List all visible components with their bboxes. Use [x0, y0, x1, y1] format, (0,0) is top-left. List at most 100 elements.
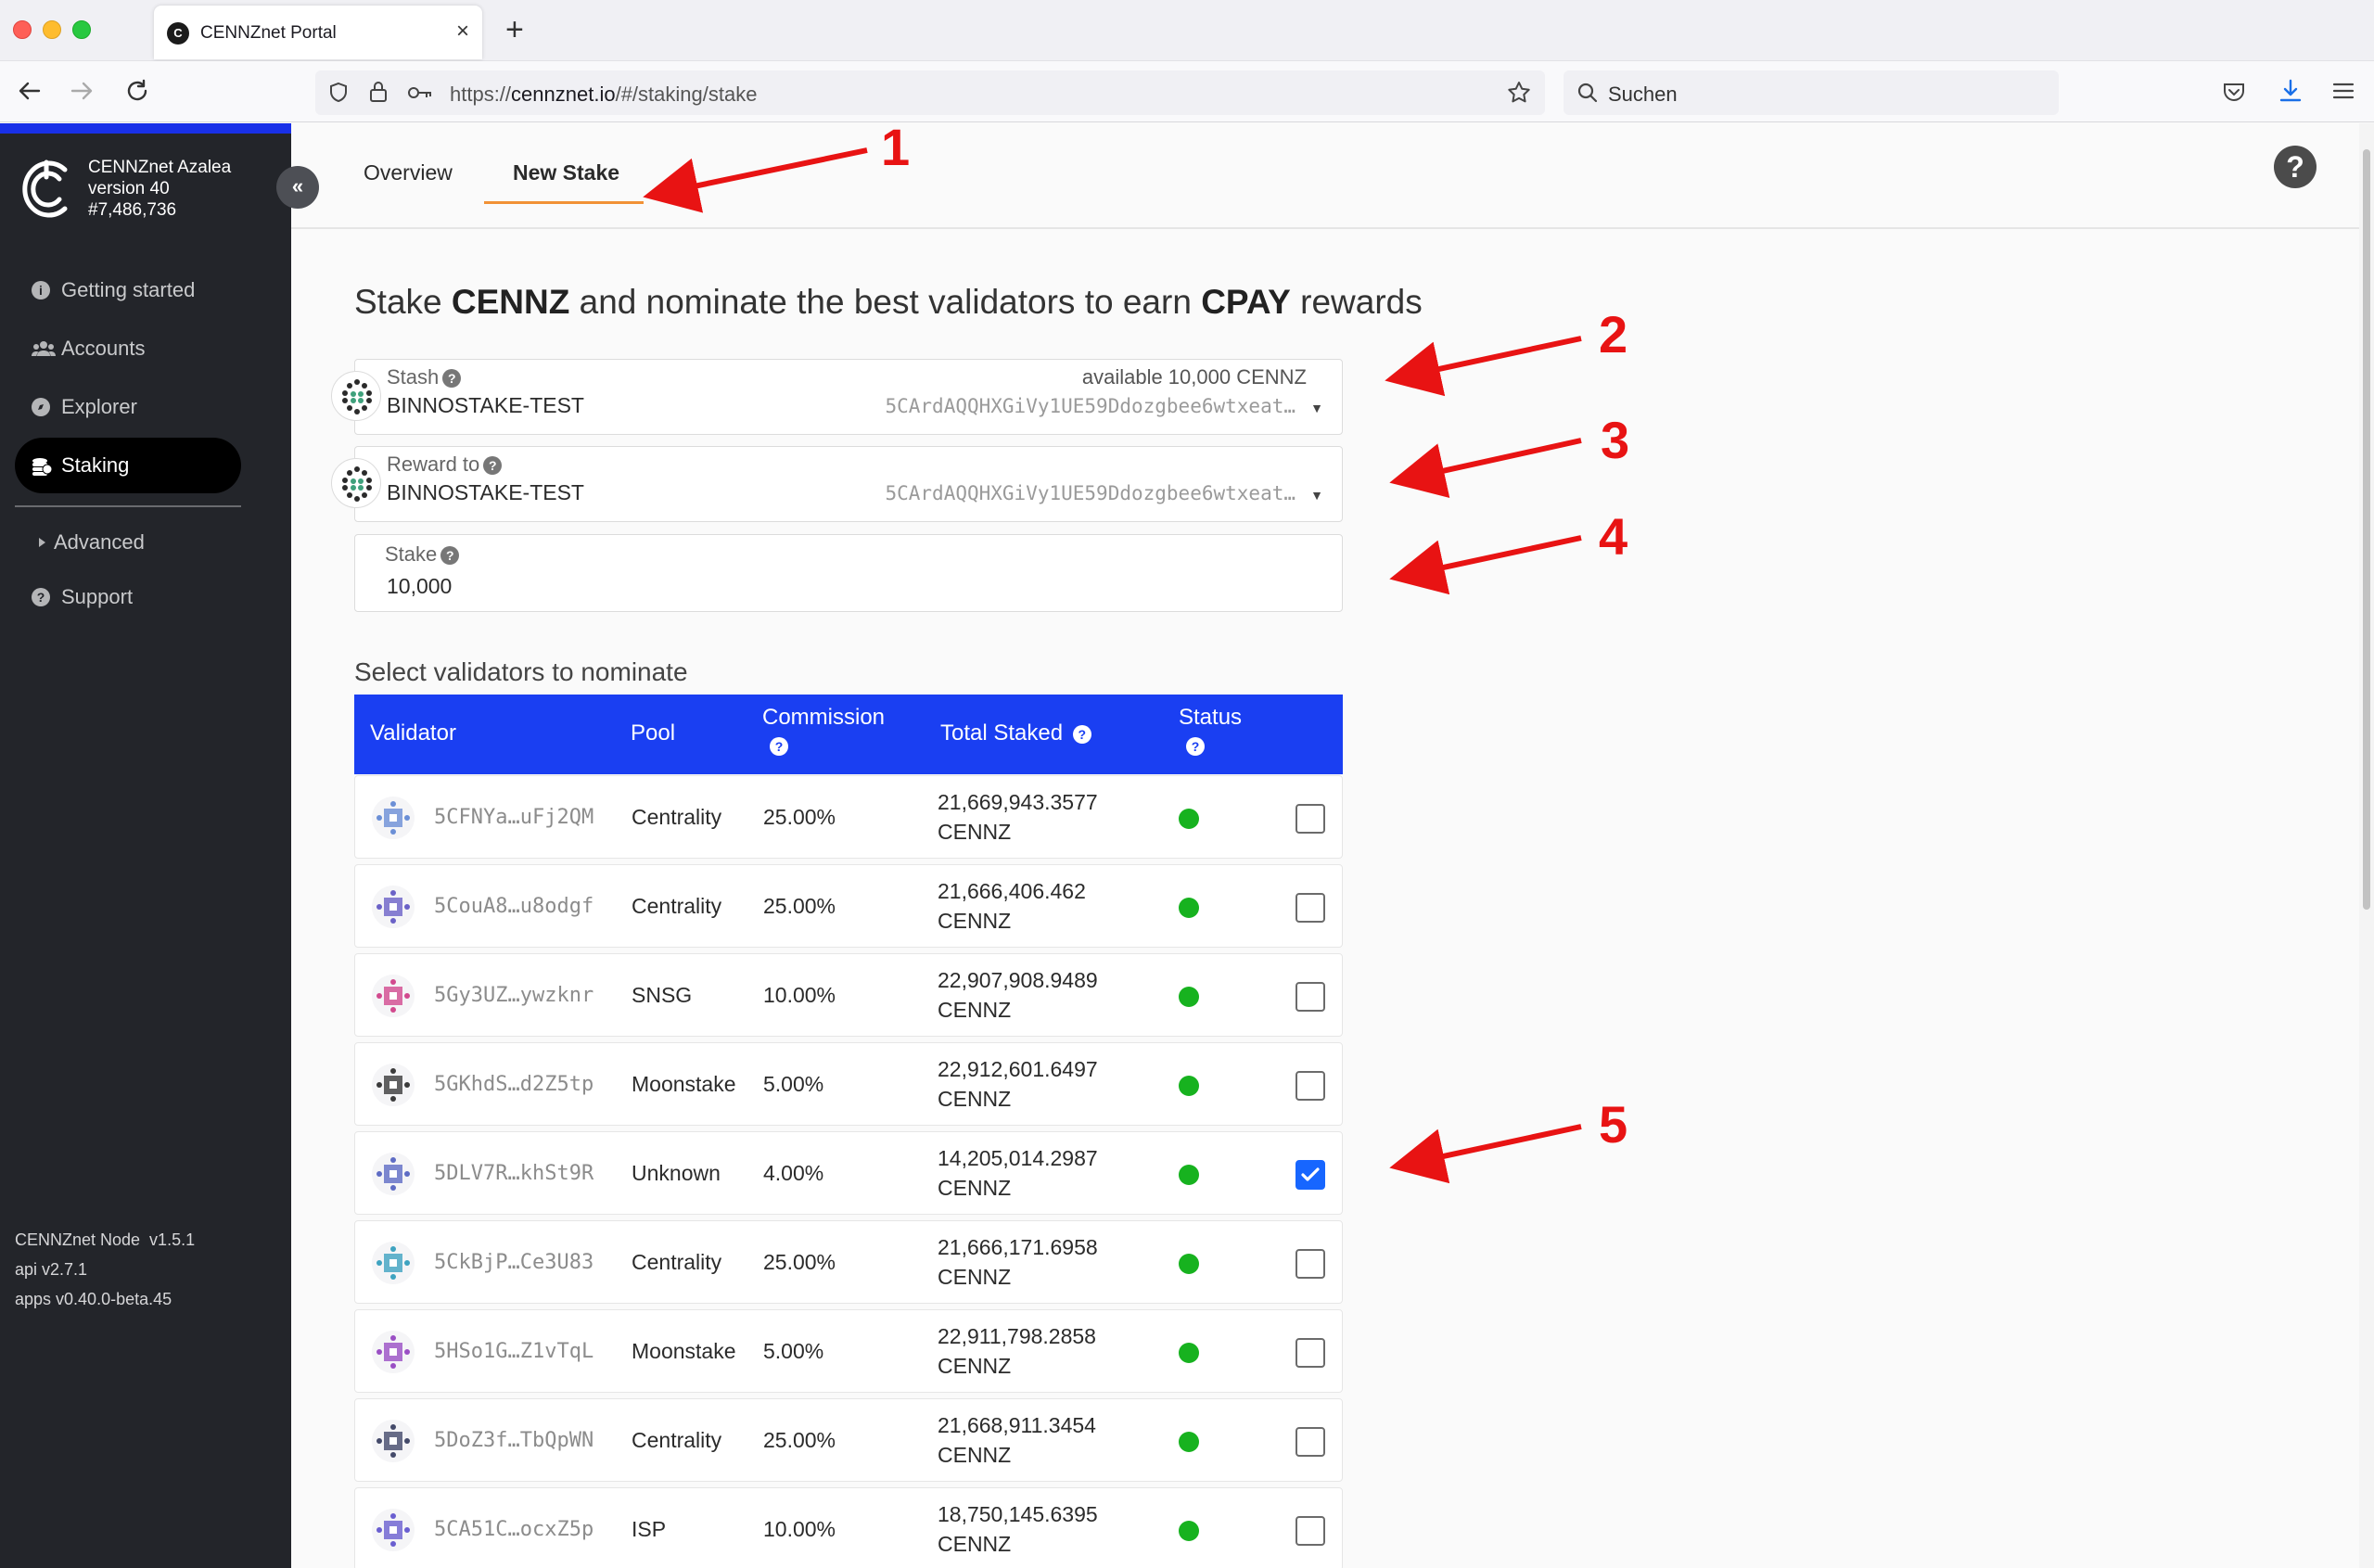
bookmark-star-icon[interactable] [1506, 80, 1532, 110]
stash-identicon-icon [331, 371, 381, 421]
scrollbar-thumb[interactable] [2363, 149, 2370, 910]
compass-icon [32, 398, 50, 416]
chevron-down-icon[interactable]: ▼ [1310, 401, 1323, 415]
table-row[interactable]: 5DoZ3f…TbQpWN Centrality 25.00% 21,668,911.… [354, 1398, 1343, 1482]
search-input[interactable]: Suchen [1608, 83, 1678, 107]
question-icon: ? [32, 588, 50, 606]
validator-total-staked: 21,666,406.462 CENNZ [938, 876, 1086, 936]
validator-address[interactable]: 5CA51C…ocxZ5p [434, 1518, 594, 1541]
table-row[interactable]: 5CA51C…ocxZ5p ISP 10.00% 18,750,145.6395 CEN… [354, 1487, 1343, 1568]
browser-navbar: https://cennznet.io/#/staking/stake Such… [0, 61, 2374, 122]
new-tab-button[interactable]: + [505, 13, 524, 46]
forward-arrow-icon[interactable] [69, 78, 95, 109]
download-icon[interactable] [2278, 78, 2304, 109]
staked-unit: CENNZ [938, 1087, 1012, 1111]
nominate-checkbox[interactable] [1295, 893, 1325, 923]
validator-identicon-icon [372, 1509, 415, 1551]
hamburger-menu-icon[interactable] [2331, 80, 2355, 108]
url-path: /#/staking/stake [615, 83, 758, 106]
sidebar-item-explorer[interactable]: Explorer [15, 379, 241, 435]
sidebar-item-getting-started[interactable]: i Getting started [15, 262, 241, 318]
collapse-sidebar-button[interactable]: « [276, 166, 319, 209]
validator-commission: 5.00% [763, 1339, 824, 1363]
status-active-dot-icon [1179, 987, 1199, 1007]
help-question-icon[interactable]: ? [1072, 725, 1091, 744]
nominate-checkbox[interactable] [1295, 1249, 1325, 1279]
help-question-icon[interactable]: ? [1186, 737, 1205, 756]
status-active-dot-icon [1179, 1076, 1199, 1096]
table-row[interactable]: 5GKhdS…d2Z5tp Moonstake 5.00% 22,912,601.64… [354, 1042, 1343, 1126]
reward-to-label-text: Reward to [387, 453, 480, 476]
sidebar-item-accounts[interactable]: Accounts [15, 321, 241, 376]
page-title: Stake CENNZ and nominate the best valida… [354, 283, 1423, 322]
close-window-button[interactable] [13, 20, 32, 39]
maximize-window-button[interactable] [72, 20, 91, 39]
table-row[interactable]: 5Gy3UZ…ywzknr SNSG 10.00% 22,907,908.9489 CE… [354, 953, 1343, 1037]
help-question-icon[interactable]: ? [770, 737, 788, 756]
chevron-down-icon[interactable]: ▼ [1310, 488, 1323, 503]
annotation-number-1: 1 [881, 118, 911, 176]
reload-icon[interactable] [124, 78, 150, 109]
lock-icon[interactable] [367, 80, 389, 108]
shield-icon[interactable] [326, 81, 351, 109]
nominate-checkbox[interactable] [1295, 1071, 1325, 1101]
back-arrow-icon[interactable] [17, 78, 43, 109]
table-row[interactable]: 5HSo1G…Z1vTqL Moonstake 5.00% 22,911,798.28… [354, 1309, 1343, 1393]
validator-address[interactable]: 5DLV7R…khSt9R [434, 1162, 594, 1185]
reward-to-label: Reward to? [387, 453, 503, 477]
validator-pool: ISP [632, 1517, 667, 1541]
page-scrollbar[interactable] [2359, 123, 2374, 1568]
sidebar: CENNZnet Azalea version 40 #7,486,736 i … [0, 123, 291, 1568]
stake-amount-input[interactable]: 10,000 [387, 574, 452, 599]
tab-close-button[interactable]: × [456, 19, 469, 45]
nominate-checkbox[interactable] [1295, 1338, 1325, 1368]
nominate-checkbox[interactable] [1295, 1516, 1325, 1546]
staked-unit: CENNZ [938, 1354, 1012, 1378]
staked-amount: 22,907,908.9489 [938, 968, 1098, 992]
validator-address[interactable]: 5HSo1G…Z1vTqL [434, 1340, 594, 1363]
validator-pool: Centrality [632, 805, 722, 829]
status-active-dot-icon [1179, 1343, 1199, 1363]
table-row[interactable]: 5CkBjP…Ce3U83 Centrality 25.00% 21,666,171.… [354, 1220, 1343, 1304]
tab-overview[interactable]: Overview [364, 160, 453, 185]
pocket-icon[interactable] [2222, 80, 2246, 109]
validator-address[interactable]: 5GKhdS…d2Z5tp [434, 1073, 594, 1096]
validator-commission: 10.00% [763, 1517, 836, 1541]
chain-info: CENNZnet Azalea version 40 #7,486,736 [88, 157, 231, 221]
table-row[interactable]: 5CFNYa…uFj2QM Centrality 25.00% 21,669,943.… [354, 775, 1343, 859]
nominate-checkbox[interactable] [1295, 982, 1325, 1012]
tabs-divider [291, 227, 2359, 228]
validator-address[interactable]: 5Gy3UZ…ywzknr [434, 984, 594, 1007]
stake-amount-field[interactable]: Stake? 10,000 [354, 534, 1343, 612]
url-bar[interactable]: https://cennznet.io/#/staking/stake [315, 70, 1545, 115]
help-question-icon[interactable]: ? [440, 546, 460, 565]
staked-amount: 14,205,014.2987 [938, 1146, 1098, 1170]
search-bar[interactable]: Suchen [1564, 70, 2059, 115]
cennznet-logo-icon[interactable] [19, 157, 74, 222]
reward-to-select[interactable]: Reward to? BINNOSTAKE-TEST 5CArdAQQHXGiV… [331, 446, 1343, 522]
validator-address[interactable]: 5DoZ3f…TbQpWN [434, 1429, 594, 1452]
url-text[interactable]: https://cennznet.io/#/staking/stake [450, 83, 757, 107]
validator-address[interactable]: 5CkBjP…Ce3U83 [434, 1251, 594, 1274]
validator-pool: Moonstake [632, 1072, 736, 1096]
validator-identicon-icon [372, 975, 415, 1017]
nominate-checkbox[interactable] [1295, 1160, 1325, 1190]
nominate-checkbox[interactable] [1295, 804, 1325, 834]
help-question-icon[interactable]: ? [483, 456, 503, 475]
stash-account-select[interactable]: Stash? BINNOSTAKE-TEST available 10,000 … [331, 359, 1343, 435]
key-permissions-icon[interactable] [406, 82, 434, 108]
sidebar-item-staking[interactable]: Staking [15, 438, 241, 493]
validator-address[interactable]: 5CFNYa…uFj2QM [434, 806, 594, 829]
nominate-checkbox[interactable] [1295, 1427, 1325, 1457]
sidebar-item-advanced[interactable]: Advanced [15, 515, 241, 570]
annotation-number-3: 3 [1601, 411, 1630, 469]
help-icon[interactable]: ? [2274, 146, 2317, 188]
sidebar-item-support[interactable]: ? Support [15, 569, 241, 625]
help-question-icon[interactable]: ? [442, 369, 462, 388]
table-row[interactable]: 5CouA8…u8odgf Centrality 25.00% 21,666,406.… [354, 864, 1343, 948]
tab-new-stake[interactable]: New Stake [513, 160, 619, 185]
minimize-window-button[interactable] [43, 20, 61, 39]
browser-tab[interactable]: C CENNZnet Portal × [154, 6, 482, 59]
table-row[interactable]: 5DLV7R…khSt9R Unknown 4.00% 14,205,014.2987… [354, 1131, 1343, 1215]
validator-address[interactable]: 5CouA8…u8odgf [434, 895, 594, 918]
